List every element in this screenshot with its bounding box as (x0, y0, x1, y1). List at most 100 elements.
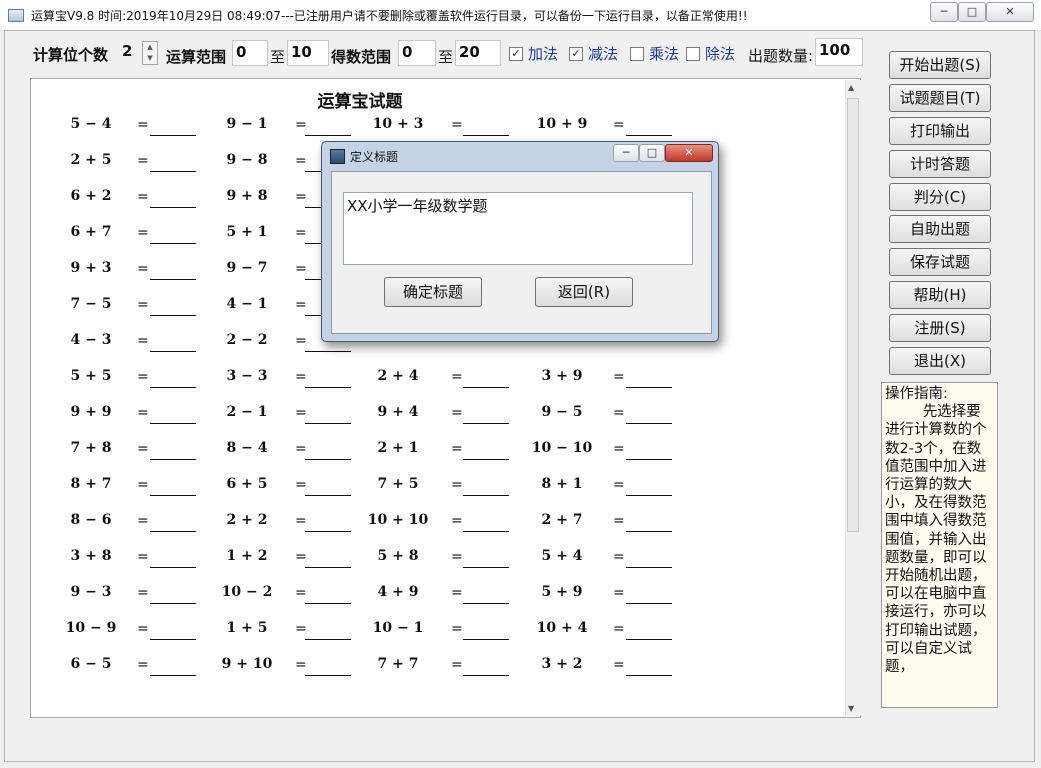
count-field[interactable]: 100 (815, 38, 863, 66)
worksheet-title: 运算宝试题 (317, 92, 403, 112)
answer-blank[interactable] (150, 231, 196, 244)
dialog-restore-button[interactable]: □ (639, 144, 665, 162)
div-checkbox[interactable] (686, 47, 700, 61)
side-button[interactable]: 开始出题(S) (889, 51, 991, 79)
problem-expression: 7 + 7 (377, 656, 419, 672)
restore-button[interactable]: □ (958, 2, 986, 22)
answer-blank[interactable] (463, 519, 509, 532)
close-button[interactable]: ✕ (986, 2, 1034, 22)
problem-expression: 3 − 3 (226, 368, 268, 384)
equals-sign: = (613, 369, 625, 385)
side-button[interactable]: 自助出题 (889, 215, 991, 243)
answer-blank[interactable] (150, 195, 196, 208)
answer-blank[interactable] (305, 375, 351, 388)
confirm-title-button[interactable]: 确定标题 (384, 277, 482, 307)
back-button[interactable]: 返回(R) (535, 277, 633, 307)
answer-blank[interactable] (305, 663, 351, 676)
answer-blank[interactable] (305, 591, 351, 604)
side-button[interactable]: 帮助(H) (889, 281, 991, 309)
answer-blank[interactable] (626, 123, 672, 136)
answer-blank[interactable] (463, 483, 509, 496)
answer-blank[interactable] (626, 519, 672, 532)
answer-blank[interactable] (626, 591, 672, 604)
answer-blank[interactable] (305, 123, 351, 136)
dialog-close-button[interactable]: ✕ (665, 144, 713, 162)
answer-blank[interactable] (150, 411, 196, 424)
side-button[interactable]: 保存试题 (889, 248, 991, 276)
minimize-button[interactable]: ─ (930, 2, 958, 22)
mul-checkbox[interactable] (630, 47, 644, 61)
scroll-up-icon[interactable]: ▲ (848, 83, 854, 92)
sub-checkbox[interactable]: ✓ (569, 47, 583, 61)
answer-blank[interactable] (150, 627, 196, 640)
side-button[interactable]: 试题题目(T) (889, 84, 991, 112)
dialog-minimize-button[interactable]: ─ (613, 144, 639, 162)
answer-blank[interactable] (463, 555, 509, 568)
answer-blank[interactable] (626, 447, 672, 460)
answer-blank[interactable] (150, 159, 196, 172)
answer-blank[interactable] (463, 123, 509, 136)
digits-spinner[interactable]: ▲ ▼ (142, 41, 158, 65)
digits-label: 计算位个数 (33, 46, 109, 64)
answer-blank[interactable] (150, 123, 196, 136)
answer-blank[interactable] (305, 411, 351, 424)
answer-blank[interactable] (305, 555, 351, 568)
side-button[interactable]: 退出(X) (889, 347, 991, 375)
answer-blank[interactable] (626, 663, 672, 676)
problem-expression: 10 + 10 (367, 512, 429, 528)
answer-blank[interactable] (463, 591, 509, 604)
answer-blank[interactable] (626, 375, 672, 388)
equals-sign: = (451, 477, 463, 493)
side-button[interactable]: 注册(S) (889, 314, 991, 342)
range-to-field[interactable]: 10 (287, 40, 329, 66)
answer-blank[interactable] (305, 483, 351, 496)
side-button[interactable]: 打印输出 (889, 117, 991, 145)
scroll-down-icon[interactable]: ▼ (848, 704, 854, 713)
spin-up-icon[interactable]: ▲ (143, 42, 157, 53)
answer-blank[interactable] (150, 555, 196, 568)
spin-down-icon[interactable]: ▼ (143, 53, 157, 64)
answer-blank[interactable] (463, 447, 509, 460)
problem-expression: 6 − 5 (70, 656, 112, 672)
answer-blank[interactable] (150, 663, 196, 676)
result-from-field[interactable]: 0 (398, 40, 436, 66)
equals-sign: = (613, 513, 625, 529)
side-button[interactable]: 判分(C) (889, 183, 991, 211)
equals-sign: = (451, 441, 463, 457)
answer-blank[interactable] (463, 663, 509, 676)
answer-blank[interactable] (626, 411, 672, 424)
add-checkbox[interactable]: ✓ (509, 47, 523, 61)
answer-blank[interactable] (150, 447, 196, 460)
equals-sign: = (451, 513, 463, 529)
digits-field[interactable]: 2 (119, 40, 143, 66)
equals-sign: = (137, 513, 149, 529)
answer-blank[interactable] (150, 591, 196, 604)
answer-blank[interactable] (150, 339, 196, 352)
answer-blank[interactable] (150, 375, 196, 388)
range-from-field[interactable]: 0 (232, 40, 268, 66)
answer-blank[interactable] (150, 483, 196, 496)
title-text-input[interactable]: XX小学一年级数学题 (343, 192, 693, 265)
equals-sign: = (451, 549, 463, 565)
answer-blank[interactable] (150, 267, 196, 280)
answer-blank[interactable] (626, 627, 672, 640)
equals-sign: = (451, 621, 463, 637)
equals-sign: = (137, 297, 149, 313)
answer-blank[interactable] (150, 519, 196, 532)
result-to-field[interactable]: 20 (455, 40, 501, 66)
worksheet-scrollbar[interactable]: ▲ ▼ (845, 80, 861, 716)
answer-blank[interactable] (626, 555, 672, 568)
scroll-thumb[interactable] (847, 98, 859, 532)
answer-blank[interactable] (463, 375, 509, 388)
equals-sign: = (137, 405, 149, 421)
answer-blank[interactable] (305, 627, 351, 640)
answer-blank[interactable] (150, 303, 196, 316)
problem-expression: 4 − 3 (70, 332, 112, 348)
answer-blank[interactable] (463, 627, 509, 640)
answer-blank[interactable] (626, 483, 672, 496)
problem-expression: 2 + 2 (226, 512, 268, 528)
side-button[interactable]: 计时答题 (889, 150, 991, 178)
answer-blank[interactable] (305, 519, 351, 532)
answer-blank[interactable] (305, 447, 351, 460)
answer-blank[interactable] (463, 411, 509, 424)
